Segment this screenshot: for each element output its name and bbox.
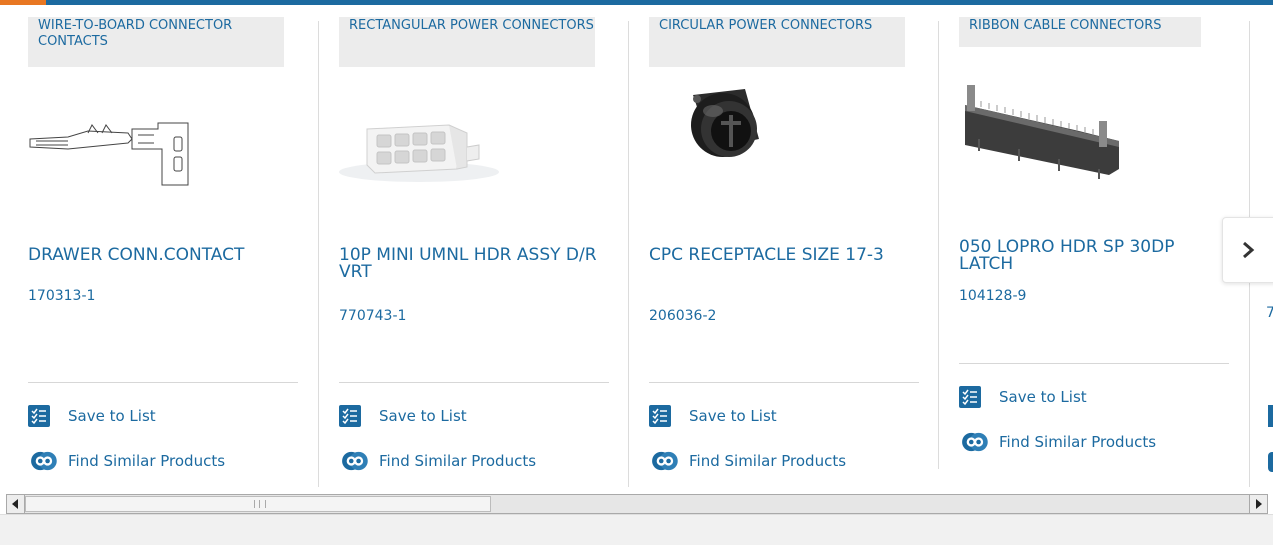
chevron-right-icon <box>1243 241 1255 259</box>
similar-products-icon <box>31 451 57 471</box>
checklist-icon <box>28 405 50 427</box>
next-card-similar-icon-peek <box>1268 452 1273 472</box>
product-card: RIBBON CABLE CONNECTORS 050 LOPRO HDR SP… <box>959 17 1229 487</box>
similar-products-icon <box>342 451 368 471</box>
save-to-list-button[interactable]: Save to List <box>339 404 467 428</box>
card-divider <box>628 21 629 487</box>
product-name-link[interactable]: 050 LOPRO HDR SP 30DP LATCH <box>959 239 1217 273</box>
find-similar-button[interactable]: Find Similar Products <box>649 449 846 473</box>
ribbon-header-image[interactable] <box>959 79 1219 194</box>
crimp-contact-image[interactable] <box>28 77 288 192</box>
save-to-list-button[interactable]: Save to List <box>959 385 1087 409</box>
find-similar-label: Find Similar Products <box>379 452 537 470</box>
category-tag[interactable]: CIRCULAR POWER CONNECTORS <box>649 17 905 67</box>
find-similar-button[interactable]: Find Similar Products <box>28 449 225 473</box>
part-number-link[interactable]: 770743-1 <box>339 307 406 325</box>
product-card: RECTANGULAR POWER CONNECTORS 10P MINI UM… <box>339 17 609 487</box>
find-similar-label: Find Similar Products <box>999 433 1157 451</box>
save-to-list-label: Save to List <box>999 388 1087 406</box>
divider <box>28 382 298 383</box>
next-card-save-icon-peek <box>1268 405 1273 427</box>
scrollbar-thumb[interactable] <box>25 496 491 512</box>
find-similar-button[interactable]: Find Similar Products <box>959 430 1156 454</box>
save-to-list-label: Save to List <box>379 407 467 425</box>
card-divider <box>938 21 939 469</box>
footer-divider <box>0 514 1273 515</box>
checklist-icon <box>959 386 981 408</box>
part-number-link[interactable]: 170313-1 <box>28 287 95 305</box>
part-number-link[interactable]: 104128-9 <box>959 287 1026 305</box>
product-name-link[interactable]: DRAWER CONN.CONTACT <box>28 247 298 264</box>
card-divider <box>318 21 319 487</box>
find-similar-button[interactable]: Find Similar Products <box>339 449 536 473</box>
checklist-icon <box>649 405 671 427</box>
category-tag[interactable]: RIBBON CABLE CONNECTORS <box>959 17 1201 47</box>
divider <box>959 363 1229 364</box>
save-to-list-button[interactable]: Save to List <box>28 404 156 428</box>
product-card: WIRE-TO-BOARD CONNECTOR CONTACTS DRAWER … <box>28 17 298 487</box>
save-to-list-button[interactable]: Save to List <box>649 404 777 428</box>
product-name-link[interactable]: 10P MINI UMNL HDR ASSY D/R VRT <box>339 247 609 281</box>
arrow-left-icon <box>12 499 18 509</box>
category-tag[interactable]: RECTANGULAR POWER CONNECTORS <box>339 17 595 67</box>
save-to-list-label: Save to List <box>689 407 777 425</box>
page-footer-area <box>0 514 1273 545</box>
product-carousel: WIRE-TO-BOARD CONNECTOR CONTACTS DRAWER … <box>0 5 1273 492</box>
arrow-right-icon <box>1256 499 1262 509</box>
divider <box>339 382 609 383</box>
rectangular-connector-image[interactable] <box>339 77 599 192</box>
circular-connector-image[interactable] <box>649 77 909 192</box>
next-card-peek: 7 <box>1266 305 1273 321</box>
scroll-left-button[interactable] <box>7 495 25 513</box>
similar-products-icon <box>652 451 678 471</box>
horizontal-scrollbar[interactable] <box>6 494 1268 514</box>
find-similar-label: Find Similar Products <box>68 452 226 470</box>
product-name-link[interactable]: CPC RECEPTACLE SIZE 17-3 <box>649 247 919 264</box>
carousel-next-button[interactable] <box>1222 217 1273 283</box>
scroll-right-button[interactable] <box>1249 495 1267 513</box>
similar-products-icon <box>962 432 988 452</box>
checklist-icon <box>339 405 361 427</box>
part-number-link[interactable]: 206036-2 <box>649 307 716 325</box>
divider <box>649 382 919 383</box>
find-similar-label: Find Similar Products <box>689 452 847 470</box>
product-card: CIRCULAR POWER CONNECTORS CPC RECEPTACLE… <box>649 17 919 487</box>
grip-icon <box>254 500 266 508</box>
category-tag[interactable]: WIRE-TO-BOARD CONNECTOR CONTACTS <box>28 17 284 67</box>
save-to-list-label: Save to List <box>68 407 156 425</box>
